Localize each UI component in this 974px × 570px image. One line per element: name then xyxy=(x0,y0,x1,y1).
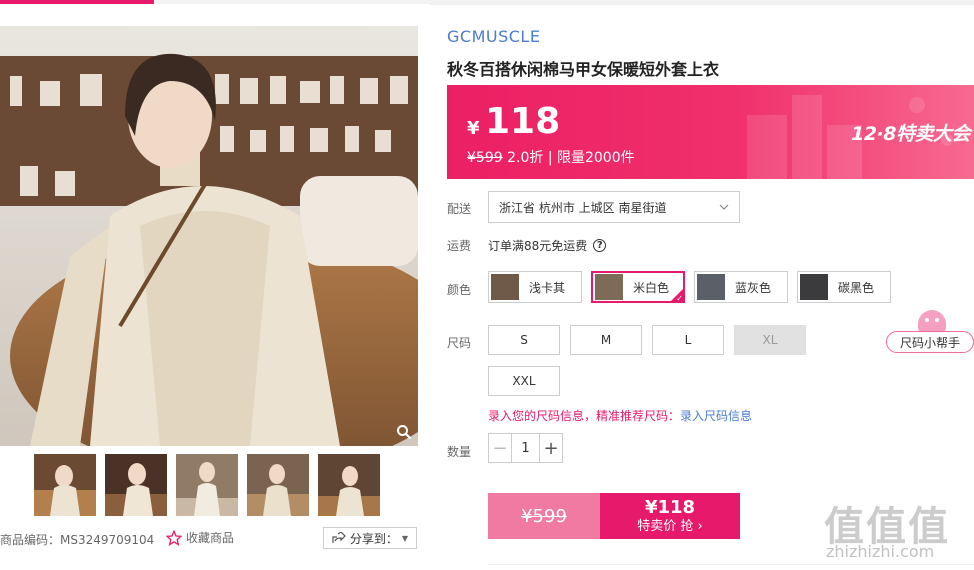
share-label: 分享到： xyxy=(349,531,398,546)
size-tip: 录入您的尺码信息，精准推荐尺码：录入尺码信息 xyxy=(488,407,752,424)
share-icon xyxy=(332,532,346,543)
size-option-m[interactable]: M xyxy=(570,325,642,355)
thumbnail-strip xyxy=(34,454,380,516)
size-label: 尺码 xyxy=(447,336,472,350)
product-photo-illustration xyxy=(0,26,418,446)
help-icon[interactable]: ? xyxy=(593,239,607,252)
color-option-blue-gray[interactable]: 蓝灰色 xyxy=(694,271,788,303)
size-option-xl[interactable]: XL xyxy=(734,325,806,355)
thumbnail[interactable] xyxy=(318,454,380,516)
shipping-text: 订单满88元免运费 xyxy=(488,239,588,253)
chevron-down-icon: ▼ xyxy=(401,533,409,543)
thumbnail[interactable] xyxy=(176,454,238,516)
color-swatch xyxy=(697,274,725,300)
color-option-label: 蓝灰色 xyxy=(735,280,772,295)
discount: 2.0折 xyxy=(507,150,544,166)
price-banner: ¥ 118 ¥599 2.0折 | 限量2000件 12·8特卖大会 xyxy=(447,85,974,179)
size-option-l[interactable]: L xyxy=(652,325,724,355)
product-title: 秋冬百搭休闲棉马甲女保暖短外套上衣 xyxy=(447,60,720,79)
color-option-label: 碳黑色 xyxy=(838,280,875,295)
chevron-down-icon xyxy=(719,204,729,210)
buy-bar: ¥599 ¥118 特卖价 抢 › xyxy=(488,493,740,539)
price-value: 118 xyxy=(485,101,561,142)
main-product-image[interactable] xyxy=(0,26,418,446)
color-options: 浅卡其 米白色 蓝灰色 碳黑色 xyxy=(488,271,891,303)
color-option-off-white[interactable]: 米白色 xyxy=(591,271,685,303)
selected-check-icon xyxy=(670,288,684,303)
color-option-light-khaki[interactable]: 浅卡其 xyxy=(488,271,582,303)
divider xyxy=(488,564,974,565)
watermark-site: zhizhizhi.com xyxy=(826,542,935,561)
color-option-carbon-black[interactable]: 碳黑色 xyxy=(797,271,891,303)
zoom-icon[interactable] xyxy=(396,424,412,440)
quantity-label: 数量 xyxy=(447,445,472,459)
divider xyxy=(430,4,974,5)
color-label: 颜色 xyxy=(447,283,472,297)
delivery-label: 配送 xyxy=(447,202,472,216)
star-icon xyxy=(166,529,182,546)
shipping-info: 订单满88元免运费 ? xyxy=(488,237,607,254)
separator: | xyxy=(547,150,553,166)
thumbnail[interactable] xyxy=(247,454,309,516)
address-value: 浙江省 杭州市 上城区 南星街道 xyxy=(499,200,667,215)
shipping-label: 运费 xyxy=(447,239,472,253)
thumbnail[interactable] xyxy=(34,454,96,516)
quantity-input[interactable]: 1 xyxy=(511,434,540,462)
quantity-stepper: − 1 + xyxy=(488,433,563,463)
price-currency: ¥ xyxy=(467,118,480,139)
brand-name[interactable]: GCMUSCLE xyxy=(447,27,540,46)
favorite-label: 收藏商品 xyxy=(186,531,235,545)
color-option-label: 米白色 xyxy=(633,280,670,295)
stock-limit: 限量2000件 xyxy=(556,150,635,166)
size-option-xxl[interactable]: XXL xyxy=(488,366,560,396)
color-swatch xyxy=(800,274,828,300)
favorite-button[interactable]: 收藏商品 xyxy=(166,529,234,546)
buy-now-button[interactable]: ¥118 特卖价 抢 › xyxy=(600,493,740,539)
buy-price: ¥118 xyxy=(644,496,696,518)
address-select[interactable]: 浙江省 杭州市 上城区 南星街道 xyxy=(488,191,740,223)
size-option-s[interactable]: S xyxy=(488,325,560,355)
size-tip-link[interactable]: 录入尺码信息 xyxy=(680,409,752,423)
quantity-decrease-button[interactable]: − xyxy=(489,434,511,462)
original-price: ¥599 xyxy=(467,150,503,166)
thumbnail[interactable] xyxy=(105,454,167,516)
promo-banner-text: 12·8特卖大会 xyxy=(851,123,970,145)
size-tip-recommend: 精准推荐尺码： xyxy=(596,409,681,423)
price-subline: ¥599 2.0折 | 限量2000件 xyxy=(467,147,635,167)
mascot-icon xyxy=(918,310,946,332)
color-swatch xyxy=(595,274,623,300)
quantity-increase-button[interactable]: + xyxy=(540,434,562,462)
size-tip-text: 录入您的尺码信息， xyxy=(488,409,597,423)
share-button[interactable]: 分享到： ▼ xyxy=(323,527,417,549)
color-swatch xyxy=(491,274,519,300)
top-progress-accent xyxy=(0,0,154,4)
product-code: 商品编码：MS3249709104 xyxy=(0,533,155,547)
buy-action-label: 特卖价 抢 › xyxy=(637,518,703,534)
color-option-label: 浅卡其 xyxy=(529,280,566,295)
old-price-button[interactable]: ¥599 xyxy=(488,493,600,539)
size-helper-button[interactable]: 尺码小帮手 xyxy=(886,331,974,353)
